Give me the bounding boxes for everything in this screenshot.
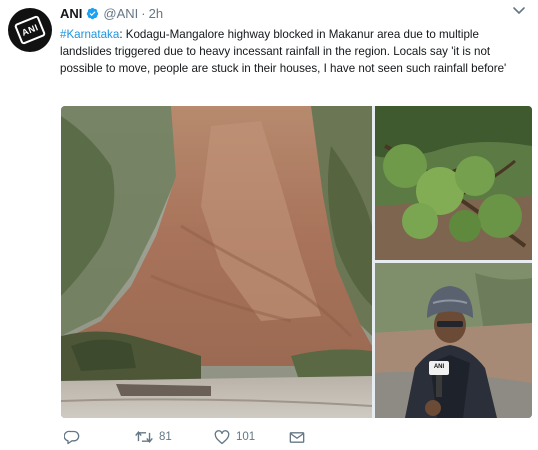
landslide-photo[interactable] [61,106,372,418]
separator-dot: · [141,5,146,21]
direct-message-button[interactable] [289,428,305,446]
tweet-body: : Kodagu-Mangalore highway blocked in Ma… [60,28,507,75]
fallen-tree-photo[interactable] [375,106,532,260]
retweet-icon [135,431,153,443]
tweet-text: #Karnataka: Kodagu-Mangalore highway blo… [60,26,530,77]
media-grid: ANI [61,106,532,418]
display-name[interactable]: ANI [60,6,82,21]
reply-icon [64,430,80,444]
verified-badge-icon [87,7,99,19]
reply-button[interactable] [64,428,80,446]
chevron-down-icon[interactable] [512,6,526,16]
timestamp[interactable]: 2h [149,6,163,21]
retweet-count: 81 [159,431,172,443]
retweet-button[interactable]: 81 [135,428,172,446]
reporter-photo[interactable]: ANI [375,263,532,418]
avatar[interactable]: ANI [8,8,52,52]
like-count: 101 [236,431,256,443]
user-handle[interactable]: @ANI [103,6,138,21]
microphone-logo-text: ANI [433,364,445,370]
like-icon [214,429,230,444]
tweet-header: ANI @ANI · 2h [60,5,163,21]
direct-message-icon [289,431,305,443]
avatar-logo-text: ANI [20,22,40,38]
hashtag-link[interactable]: #Karnataka [60,28,119,41]
ani-logo: ANI [13,14,47,46]
like-button[interactable]: 101 [214,428,255,446]
